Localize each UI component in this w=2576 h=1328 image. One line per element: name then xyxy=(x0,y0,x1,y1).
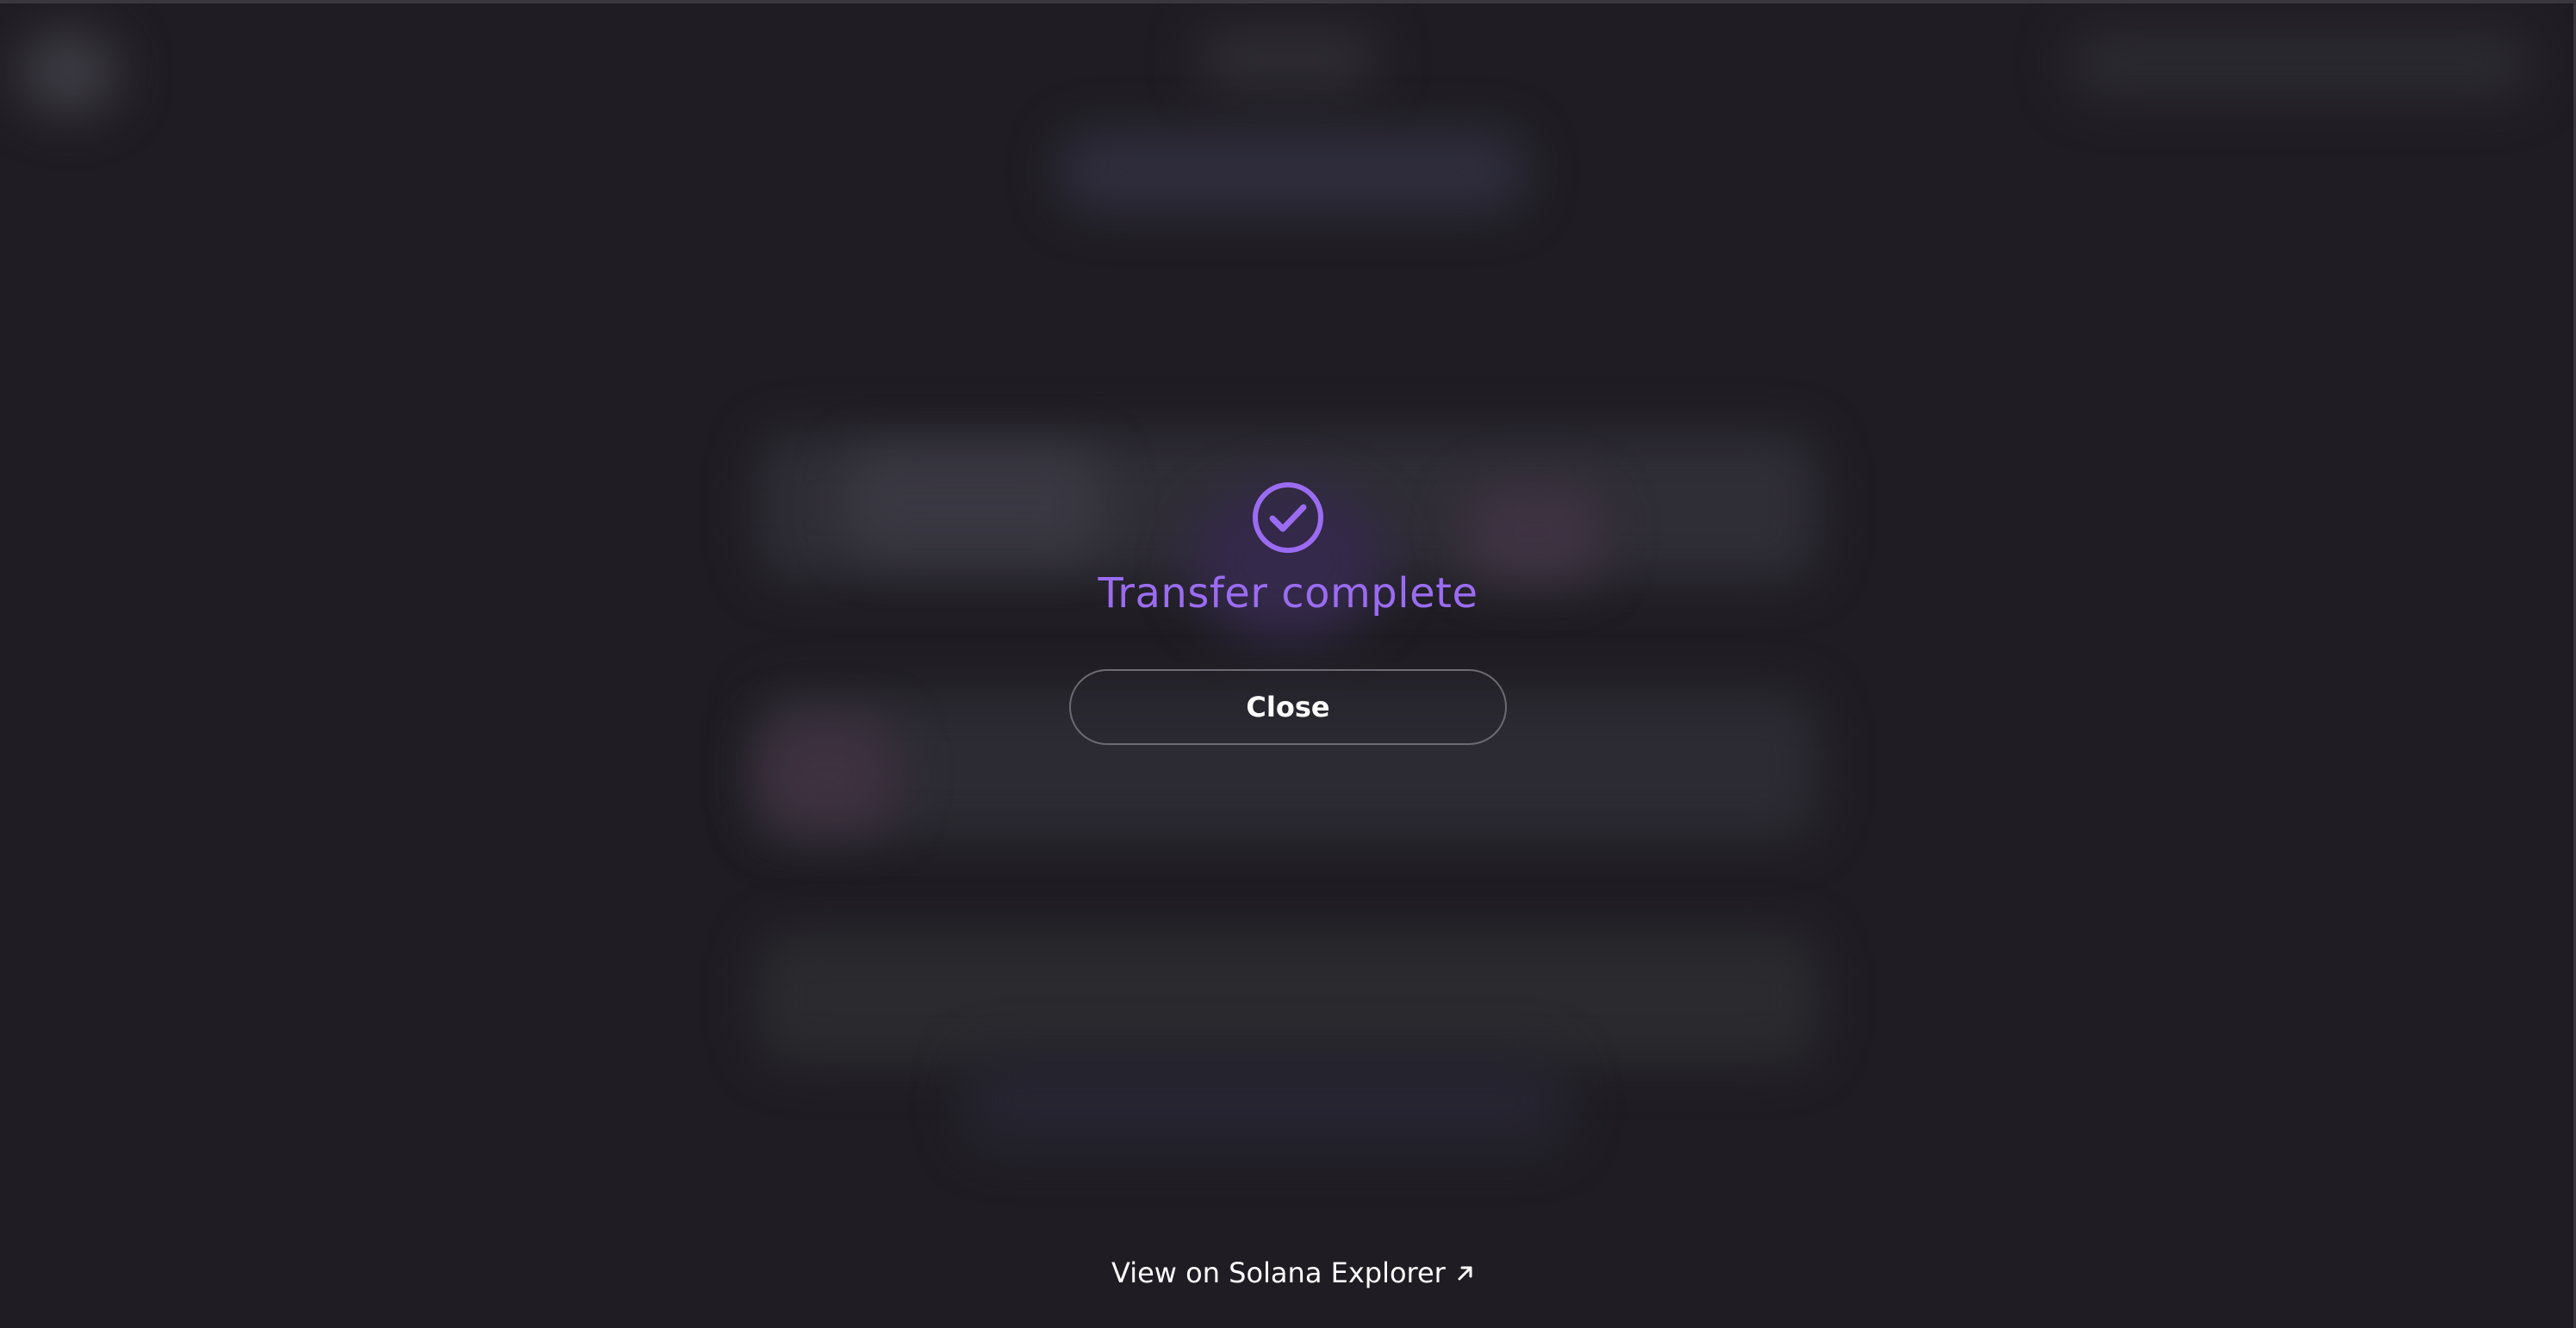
transfer-complete-dialog: Transfer complete Close xyxy=(1069,481,1507,745)
check-circle-icon xyxy=(1253,482,1323,553)
background-card-blurred xyxy=(758,934,1818,1063)
background-card-blurred xyxy=(844,451,1103,555)
arrow-up-right-icon xyxy=(1458,1266,1472,1281)
view-on-explorer-link[interactable]: View on Solana Explorer xyxy=(1111,1257,1477,1289)
background-card-blurred xyxy=(758,718,896,830)
app-window: Transfer complete Close View on Solana E… xyxy=(0,0,2576,1328)
background-logo-blurred xyxy=(17,29,121,115)
background-tabs-blurred xyxy=(1060,133,1525,210)
explorer-link-label: View on Solana Explorer xyxy=(1111,1257,1446,1289)
background-card-blurred xyxy=(965,1054,1568,1149)
background-header-actions-blurred xyxy=(2068,29,2533,98)
background-title-blurred xyxy=(1198,29,1378,90)
dialog-title: Transfer complete xyxy=(1098,569,1478,617)
close-button[interactable]: Close xyxy=(1069,669,1507,745)
